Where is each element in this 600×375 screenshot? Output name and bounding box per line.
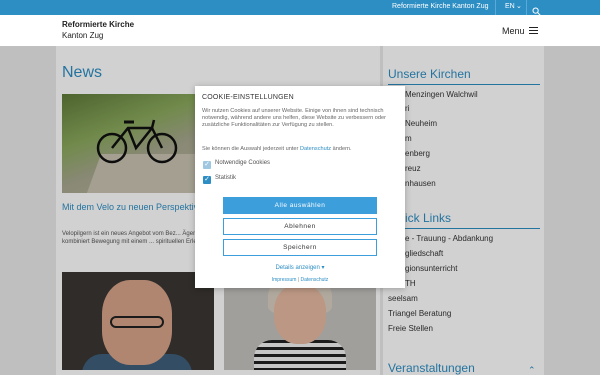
cookie-change-text: Sie können die Auswahl jederzeit unter D… [202,146,398,152]
chevron-down-icon[interactable]: ⌄ [516,2,522,10]
accept-all-button[interactable]: Alle auswählen [223,197,377,214]
checkbox-statistik[interactable]: ✓ [203,176,211,184]
cookie-change-prefix: Sie können die Auswahl jederzeit unter [202,146,299,152]
top-utility-bar: Reformierte Kirche Kanton Zug EN ⌄ [0,0,600,16]
topbar-divider [526,0,527,15]
checkbox-row-notwendige: ✓ Notwendige Cookies [203,160,270,169]
checkbox-row-statistik: ✓ Statistik [203,175,236,184]
cookie-dialog-title: COOKIE-EINSTELLUNGEN [202,94,294,101]
cookie-change-suffix: ändern. [332,146,352,152]
language-selector[interactable]: EN [505,3,515,10]
brand-subtitle[interactable]: Kanton Zug [62,31,103,40]
impressum-link[interactable]: Impressum [272,277,297,283]
caret-down-icon[interactable]: ▾ [322,265,325,271]
brand-title[interactable]: Reformierte Kirche [62,20,134,29]
details-toggle[interactable]: Details anzeigen ▾ [195,264,405,271]
details-label[interactable]: Details anzeigen [275,265,319,271]
reject-button[interactable]: Ablehnen [223,218,377,235]
datenschutz-link[interactable]: Datenschutz [300,146,331,152]
checkbox-label: Notwendige Cookies [215,160,271,166]
site-link[interactable]: Reformierte Kirche Kanton Zug [392,3,489,10]
save-button[interactable]: Speichern [223,239,377,256]
hamburger-icon[interactable] [529,27,538,34]
cookie-dialog: COOKIE-EINSTELLUNGEN Wir nutzen Cookies … [195,86,405,288]
checkbox-label[interactable]: Statistik [215,175,236,181]
footer-separator: | [297,277,300,283]
cookie-footer: Impressum | Datenschutz [195,277,405,283]
site-header: Reformierte Kirche Kanton Zug Menu [0,15,600,46]
datenschutz-footer-link[interactable]: Datenschutz [301,277,329,283]
cookie-dialog-text: Wir nutzen Cookies auf unserer Website. … [202,108,386,128]
topbar-divider [495,0,496,15]
checkbox-notwendige-cookies: ✓ [203,161,211,169]
menu-button[interactable]: Menu [502,26,525,36]
